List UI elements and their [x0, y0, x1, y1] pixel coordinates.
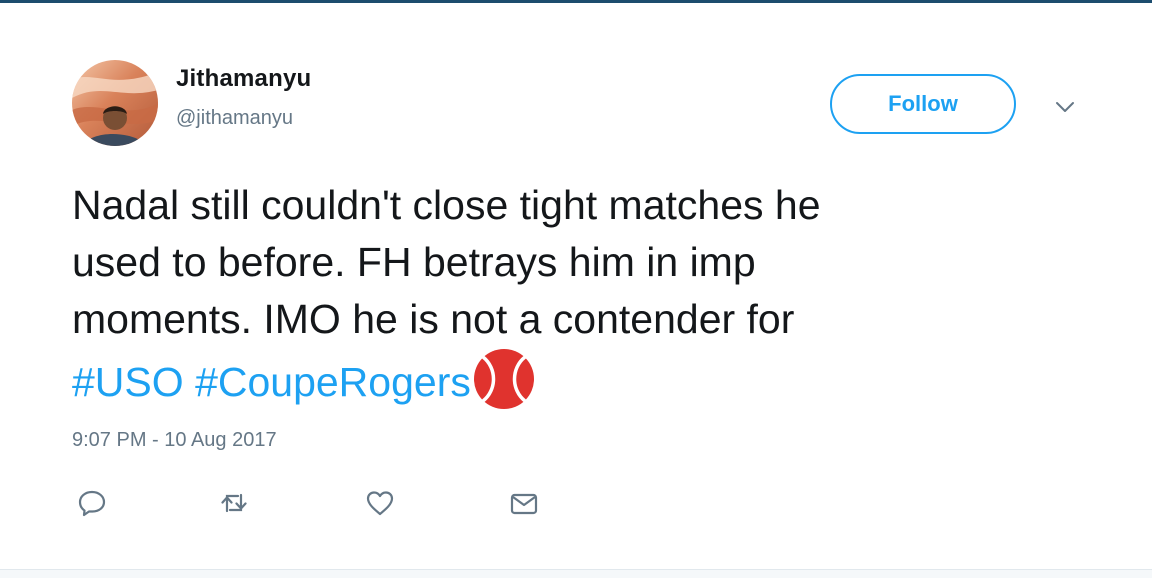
tweet-hashtag-line: #USO #CoupeRogers: [72, 348, 1072, 411]
tweet-card: Jithamanyu @jithamanyu Follow Nadal stil…: [0, 0, 1152, 578]
heart-icon[interactable]: [364, 487, 396, 519]
chevron-down-icon[interactable]: [1053, 95, 1077, 119]
reply-icon[interactable]: [76, 487, 108, 519]
user-handle[interactable]: @jithamanyu: [176, 107, 293, 130]
tweet-text: Nadal still couldn't close tight matches…: [72, 177, 1072, 411]
tweet-text-line: used to before. FH betrays him in imp: [72, 239, 756, 285]
divider: [0, 569, 1152, 578]
hashtag-uso[interactable]: #USO: [72, 359, 184, 405]
envelope-icon[interactable]: [508, 487, 540, 519]
tweet-text-line: Nadal still couldn't close tight matches…: [72, 182, 821, 228]
follow-button[interactable]: Follow: [830, 74, 1016, 134]
display-name[interactable]: Jithamanyu: [176, 65, 311, 93]
tennis-ball-icon: [473, 348, 535, 410]
hashtag-couperogers[interactable]: #CoupeRogers: [195, 359, 471, 405]
retweet-icon[interactable]: [218, 487, 250, 519]
tweet-text-line: moments. IMO he is not a contender for: [72, 296, 795, 342]
avatar[interactable]: [72, 60, 158, 146]
tweet-timestamp[interactable]: 9:07 PM - 10 Aug 2017: [72, 429, 277, 452]
